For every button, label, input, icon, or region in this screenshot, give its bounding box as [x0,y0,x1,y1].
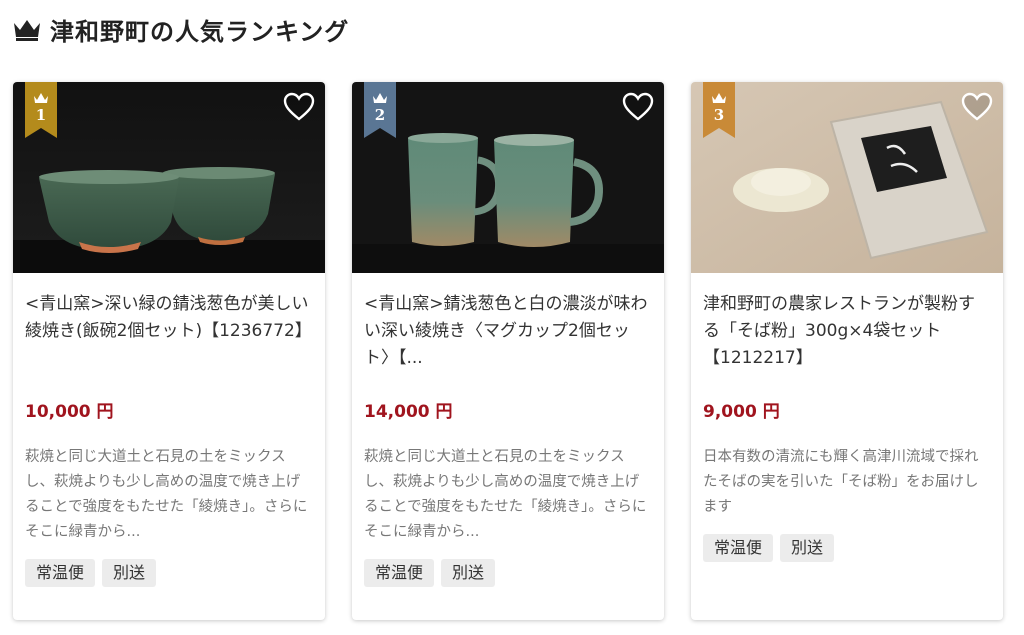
crown-icon [14,20,40,41]
rank-number: 1 [35,106,47,124]
rank-badge: 1 [25,82,57,138]
product-description: 萩焼と同じ大道土と石見の土をミックスし、萩焼よりも少し高めの温度で焼き上げること… [364,449,647,540]
rank-number: 3 [713,106,725,124]
product-title[interactable]: 津和野町の農家レストランが製粉する「そば粉」300g×4袋セット【1212217… [703,291,991,372]
product-title[interactable]: <青山窯>錆浅葱色と白の濃淡が味わい深い綾焼き〈マグカップ2個セット〉【... [364,291,652,372]
product-description: 日本有数の清流にも輝く高津川流域で採れたそばの実を引いた「そば粉」をお届けします [703,449,979,515]
product-image[interactable]: 3 [691,82,1003,273]
page-title: 津和野町の人気ランキング [50,17,350,46]
tag-shipping: 常温便 [703,534,774,562]
product-price: 10,000 円 [25,402,114,422]
product-price: 14,000 円 [364,402,453,422]
tag-shipping: 常温便 [364,559,435,587]
favorite-heart-icon[interactable] [283,92,315,122]
rank-number: 2 [374,106,386,124]
tag-list: 常温便 別送 [25,559,313,587]
favorite-heart-icon[interactable] [961,92,993,122]
rank-badge: 2 [364,82,396,138]
product-description: 萩焼と同じ大道土と石見の土をミックスし、萩焼よりも少し高めの温度で焼き上げること… [25,449,308,540]
ranking-heading: 津和野町の人気ランキング [12,12,349,46]
tag-separate: 別送 [441,559,496,587]
product-card[interactable]: 2 <青山窯>錆浅葱色と白の濃淡が味わい深い綾焼き〈マグカップ2個セット〉【..… [352,82,664,620]
tag-separate: 別送 [780,534,835,562]
product-image[interactable]: 1 [13,82,325,273]
product-card[interactable]: 3 津和野町の農家レストランが製粉する「そば粉」300g×4袋セット【12122… [691,82,1003,620]
product-image[interactable]: 2 [352,82,664,273]
favorite-heart-icon[interactable] [622,92,654,122]
tag-separate: 別送 [102,559,157,587]
rank-badge: 3 [703,82,735,138]
tag-list: 常温便 別送 [703,534,991,562]
product-title[interactable]: <青山窯>深い緑の錆浅葱色が美しい綾焼き(飯碗2個セット)【1236772】 [25,291,313,372]
product-price: 9,000 円 [703,402,780,422]
tag-shipping: 常温便 [25,559,96,587]
product-card[interactable]: 1 <青山窯>深い緑の錆浅葱色が美しい綾焼き(飯碗2個セット)【1236772】… [13,82,325,620]
tag-list: 常温便 別送 [364,559,652,587]
